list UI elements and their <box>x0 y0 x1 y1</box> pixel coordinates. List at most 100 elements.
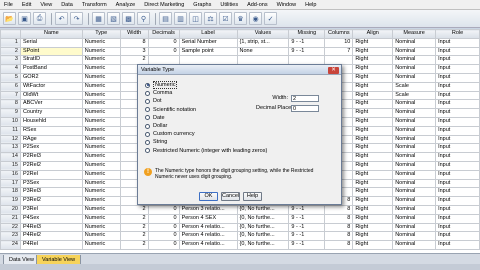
close-icon[interactable]: ✕ <box>328 66 339 74</box>
table-cell[interactable]: Input <box>435 99 480 110</box>
table-cell[interactable]: P2Sex <box>19 143 83 154</box>
menu-item-edit[interactable]: Edit <box>22 2 31 8</box>
row-number[interactable]: 19 <box>0 196 21 206</box>
table-cell[interactable]: 2 <box>119 222 149 233</box>
table-cell[interactable]: Nominal <box>392 37 437 48</box>
table-cell[interactable]: Right <box>352 46 394 57</box>
table-cell[interactable]: P4Sex <box>19 213 83 224</box>
table-cell[interactable]: Nominal <box>392 143 437 154</box>
table-cell[interactable]: Nominal <box>392 178 437 189</box>
row-number[interactable]: 22 <box>0 222 21 233</box>
table-cell[interactable]: 3 <box>119 46 149 57</box>
column-header[interactable]: Type <box>81 29 121 39</box>
radio-option[interactable]: Custom currency <box>145 130 267 138</box>
radio-option[interactable]: Dollar <box>145 122 267 130</box>
menu-item-help[interactable]: Help <box>305 2 316 8</box>
row-number[interactable]: 16 <box>0 169 21 180</box>
menu-item-data[interactable]: Data <box>61 2 73 8</box>
table-cell[interactable]: RAge <box>19 134 83 145</box>
menu-item-view[interactable]: View <box>40 2 52 8</box>
table-cell[interactable]: 0 <box>147 37 180 48</box>
row-number[interactable]: 10 <box>0 116 21 127</box>
column-header[interactable]: Width <box>119 29 149 39</box>
column-header[interactable]: Role <box>435 29 480 39</box>
table-cell[interactable]: Right <box>352 196 394 206</box>
column-header[interactable]: Name <box>19 29 83 39</box>
table-cell[interactable]: Right <box>352 134 394 145</box>
find-icon[interactable]: ⚲ <box>137 12 150 25</box>
radio-option[interactable]: Restricted Numeric (integer with leading… <box>145 147 267 155</box>
table-cell[interactable]: Input <box>435 231 480 242</box>
column-header[interactable]: Align <box>352 29 394 39</box>
table-cell[interactable]: Nominal <box>392 231 437 242</box>
menu-item-graphs[interactable]: Graphs <box>193 2 211 8</box>
menu-item-direct-marketing[interactable]: Direct Marketing <box>144 2 184 8</box>
table-cell[interactable]: Numeric <box>81 37 121 48</box>
table-cell[interactable]: OldWt <box>19 90 83 101</box>
table-cell[interactable]: 10 <box>324 37 354 48</box>
table-cell[interactable]: Input <box>435 46 480 57</box>
table-cell[interactable]: Serial Number <box>178 37 238 48</box>
table-cell[interactable]: 8 <box>324 231 354 242</box>
table-cell[interactable]: Nominal <box>392 125 437 136</box>
insert-cases-icon[interactable]: ▤ <box>159 12 172 25</box>
table-cell[interactable]: Nominal <box>392 160 437 171</box>
table-cell[interactable]: Numeric <box>81 231 121 242</box>
table-cell[interactable]: {0, No furthe... <box>236 240 290 250</box>
table-cell[interactable]: Right <box>352 116 394 127</box>
radio-option[interactable]: Comma <box>145 89 267 97</box>
table-cell[interactable]: 2 <box>119 240 149 250</box>
table-cell[interactable]: Numeric <box>81 108 121 118</box>
table-cell[interactable]: 9 - -1 <box>288 240 326 250</box>
table-cell[interactable]: GOR2 <box>19 72 83 83</box>
table-cell[interactable]: Numeric <box>81 222 121 233</box>
table-cell[interactable]: 7 <box>324 46 354 57</box>
table-cell[interactable]: Country <box>19 108 83 118</box>
table-cell[interactable]: Sample point <box>178 46 238 57</box>
row-number[interactable]: 2 <box>0 46 21 57</box>
table-cell[interactable]: P2Rel2 <box>19 160 83 171</box>
table-cell[interactable]: Nominal <box>392 152 437 162</box>
row-number[interactable]: 17 <box>0 178 21 189</box>
row-number[interactable]: 23 <box>0 231 21 242</box>
table-cell[interactable]: Numeric <box>81 116 121 127</box>
column-header[interactable]: Measure <box>392 29 437 39</box>
row-number[interactable]: 20 <box>0 204 21 215</box>
table-cell[interactable]: Input <box>435 90 480 101</box>
row-number[interactable]: 21 <box>0 213 21 224</box>
table-cell[interactable]: Numeric <box>81 169 121 180</box>
table-cell[interactable]: Input <box>435 187 480 198</box>
table-cell[interactable]: Nominal <box>392 213 437 224</box>
row-number[interactable]: 3 <box>0 55 21 66</box>
table-cell[interactable]: Numeric <box>81 178 121 189</box>
table-cell[interactable]: 8 <box>324 222 354 233</box>
table-cell[interactable]: Numeric <box>81 90 121 101</box>
table-cell[interactable]: P3Rel3 <box>19 187 83 198</box>
redo-icon[interactable]: ↷ <box>70 12 83 25</box>
table-cell[interactable]: Numeric <box>81 204 121 215</box>
column-header[interactable]: Missing <box>288 29 326 39</box>
table-cell[interactable]: Input <box>435 196 480 206</box>
row-number[interactable]: 15 <box>0 160 21 171</box>
table-cell[interactable]: Right <box>352 222 394 233</box>
column-header[interactable]: Columns <box>324 29 354 39</box>
menu-item-window[interactable]: Window <box>277 2 297 8</box>
column-header[interactable]: Decimals <box>147 29 180 39</box>
radio-button[interactable] <box>145 131 150 137</box>
table-cell[interactable]: 9 - -1 <box>288 231 326 242</box>
table-cell[interactable]: Right <box>352 240 394 250</box>
table-cell[interactable]: Right <box>352 169 394 180</box>
table-cell[interactable]: ABCVer <box>19 99 83 110</box>
table-cell[interactable]: Input <box>435 116 480 127</box>
table-cell[interactable]: P2Rel <box>19 169 83 180</box>
table-cell[interactable]: Input <box>435 72 480 83</box>
weight-cases-icon[interactable]: ⚖ <box>204 12 217 25</box>
table-cell[interactable]: Nominal <box>392 204 437 215</box>
table-cell[interactable]: P4Rel3 <box>19 222 83 233</box>
menu-item-file[interactable]: File <box>4 2 13 8</box>
table-cell[interactable]: Nominal <box>392 99 437 110</box>
table-cell[interactable]: Numeric <box>81 125 121 136</box>
table-cell[interactable]: Numeric <box>81 64 121 74</box>
table-cell[interactable]: Input <box>435 169 480 180</box>
radio-button[interactable] <box>145 139 150 145</box>
